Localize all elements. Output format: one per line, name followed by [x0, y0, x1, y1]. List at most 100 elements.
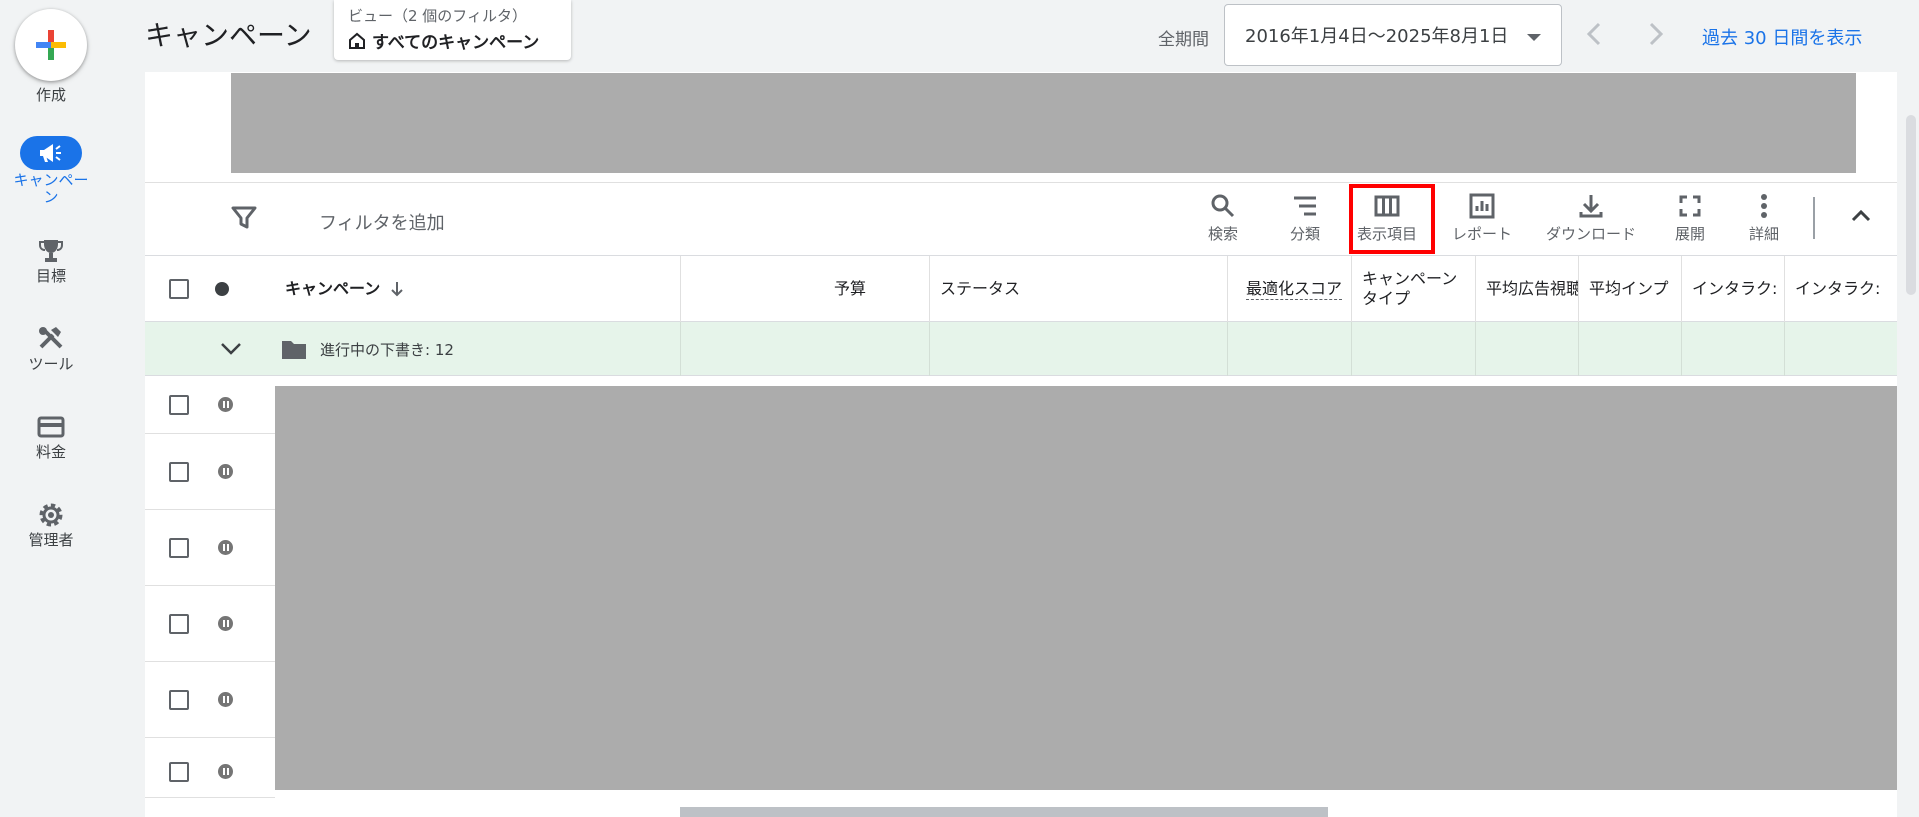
redacted-table-content: [275, 386, 1897, 790]
column-campaign-type[interactable]: キャンペーン タイプ: [1351, 256, 1476, 322]
date-range-select[interactable]: 2016年1月4日～2025年8月1日: [1224, 4, 1562, 66]
trophy-icon: [36, 236, 66, 266]
nav-item-label: キャンペーン: [13, 171, 89, 206]
table-row[interactable]: [145, 662, 275, 738]
paused-icon: [218, 540, 233, 555]
row-checkbox[interactable]: [169, 690, 189, 710]
nav-item-label: ツール: [28, 355, 74, 373]
chevron-up-icon[interactable]: [1850, 207, 1872, 223]
view-name-label: すべてのキャンペーン: [372, 33, 540, 53]
column-campaign-label: キャンペーン: [285, 279, 381, 298]
more-button[interactable]: 詳細: [1749, 191, 1779, 244]
home-icon: [349, 32, 365, 49]
col-divider: [1475, 322, 1476, 376]
draft-group-row[interactable]: 進行中の下書き: 12: [145, 322, 1897, 376]
chevron-down-icon: [1527, 34, 1541, 41]
expand-button[interactable]: 展開: [1675, 191, 1705, 244]
paused-icon: [218, 464, 233, 479]
col-divider: [1227, 322, 1228, 376]
column-campaign[interactable]: キャンペーン: [275, 256, 675, 322]
paused-icon: [218, 692, 233, 707]
tool-label: 分類: [1290, 225, 1321, 243]
megaphone-icon: [40, 144, 61, 162]
campaign-table-card: フィルタを追加 検索 分類 表示項目 レポート ダウンロード 展開 詳細 キャン…: [145, 72, 1897, 817]
search-button[interactable]: 検索: [1208, 191, 1238, 244]
col-divider: [1351, 322, 1352, 376]
chevron-left-icon[interactable]: [1583, 20, 1607, 48]
tool-label: 展開: [1675, 225, 1706, 243]
column-avg-vcpm[interactable]: 平均広告視聴: [1475, 256, 1579, 322]
status-dot-icon: [215, 282, 229, 296]
row-checkbox[interactable]: [169, 538, 189, 558]
column-interactions[interactable]: インタラク:: [1681, 256, 1785, 322]
search-icon: [1208, 191, 1238, 221]
table-row[interactable]: [145, 586, 275, 662]
report-button[interactable]: レポート: [1452, 191, 1512, 244]
draft-group-label: 進行中の下書き: 12: [320, 341, 454, 359]
col-divider: [1681, 322, 1682, 376]
gear-icon: [36, 500, 66, 530]
table-header: キャンペーン 予算 ステータス 最適化スコア キャンペーン タイプ 平均広告視聴…: [145, 256, 1897, 322]
column-status[interactable]: ステータス: [929, 256, 1228, 322]
paused-icon: [218, 764, 233, 779]
nav-item-billing[interactable]: 料金: [0, 412, 102, 461]
view-filter-count: ビュー（2 個のフィルタ）: [348, 7, 528, 25]
col-divider: [1578, 322, 1579, 376]
nav-item-label: 管理者: [28, 531, 74, 549]
folder-icon: [282, 341, 306, 359]
left-nav: 作成 キャンペーン 目標 ツール 料金 管理者: [0, 0, 102, 817]
nav-item-label: 料金: [35, 443, 66, 461]
create-label: 作成: [35, 86, 66, 104]
tool-label: 詳細: [1749, 225, 1780, 243]
column-budget[interactable]: 予算: [680, 256, 930, 322]
date-range-value: 2016年1月4日～2025年8月1日: [1245, 26, 1509, 47]
table-row[interactable]: [145, 376, 275, 434]
vertical-scrollbar[interactable]: [1906, 115, 1916, 295]
arrow-down-icon: [391, 282, 403, 297]
page-title: キャンペーン: [145, 19, 312, 52]
column-interaction-rate[interactable]: インタラク:: [1784, 256, 1888, 322]
select-all-checkbox[interactable]: [169, 279, 189, 299]
last-30-days-link[interactable]: 過去 30 日間を表示: [1702, 24, 1862, 50]
report-icon: [1467, 191, 1497, 221]
status-dot-cell: [215, 256, 229, 322]
row-checkbox[interactable]: [169, 614, 189, 634]
chevron-down-icon[interactable]: [220, 342, 242, 356]
download-button[interactable]: ダウンロード: [1546, 191, 1636, 244]
nav-item-goals[interactable]: 目標: [0, 236, 102, 285]
chevron-right-icon[interactable]: [1643, 20, 1667, 48]
nav-item-tools[interactable]: ツール: [0, 324, 102, 373]
redacted-chart-area: [231, 73, 1856, 173]
columns-highlight-box: [1349, 184, 1435, 254]
segment-button[interactable]: 分類: [1290, 191, 1320, 244]
col-divider: [929, 322, 930, 376]
nav-pill-active: [20, 136, 82, 170]
create-button[interactable]: [15, 9, 87, 81]
select-all-checkbox-cell: [169, 256, 189, 322]
paused-icon: [218, 397, 233, 412]
table-row[interactable]: [145, 738, 275, 798]
download-icon: [1576, 191, 1606, 221]
nav-item-label: 目標: [35, 267, 66, 285]
row-checkbox[interactable]: [169, 762, 189, 782]
tool-label: ダウンロード: [1546, 225, 1637, 243]
table-toolbar: フィルタを追加 検索 分類 表示項目 レポート ダウンロード 展開 詳細: [145, 182, 1897, 256]
row-checkbox[interactable]: [169, 395, 189, 415]
row-checkbox[interactable]: [169, 462, 189, 482]
horizontal-scrollbar[interactable]: [680, 807, 1328, 817]
nav-item-admin[interactable]: 管理者: [0, 500, 102, 549]
column-avg-cpm[interactable]: 平均インプ: [1578, 256, 1682, 322]
paused-icon: [218, 616, 233, 631]
table-row[interactable]: [145, 434, 275, 510]
view-selector[interactable]: ビュー（2 個のフィルタ） すべてのキャンペーン: [334, 0, 571, 60]
nav-item-campaigns[interactable]: キャンペーン: [0, 136, 102, 206]
filter-icon[interactable]: [231, 205, 257, 231]
tool-label: 検索: [1208, 225, 1239, 243]
view-name: すべてのキャンペーン: [348, 28, 557, 53]
add-filter-input[interactable]: フィルタを追加: [319, 209, 445, 235]
credit-card-icon: [36, 412, 66, 442]
column-opt-score[interactable]: 最適化スコア: [1227, 256, 1352, 322]
tools-icon: [36, 324, 66, 354]
table-row[interactable]: [145, 510, 275, 586]
column-opt-score-label: 最適化スコア: [1245, 278, 1342, 300]
